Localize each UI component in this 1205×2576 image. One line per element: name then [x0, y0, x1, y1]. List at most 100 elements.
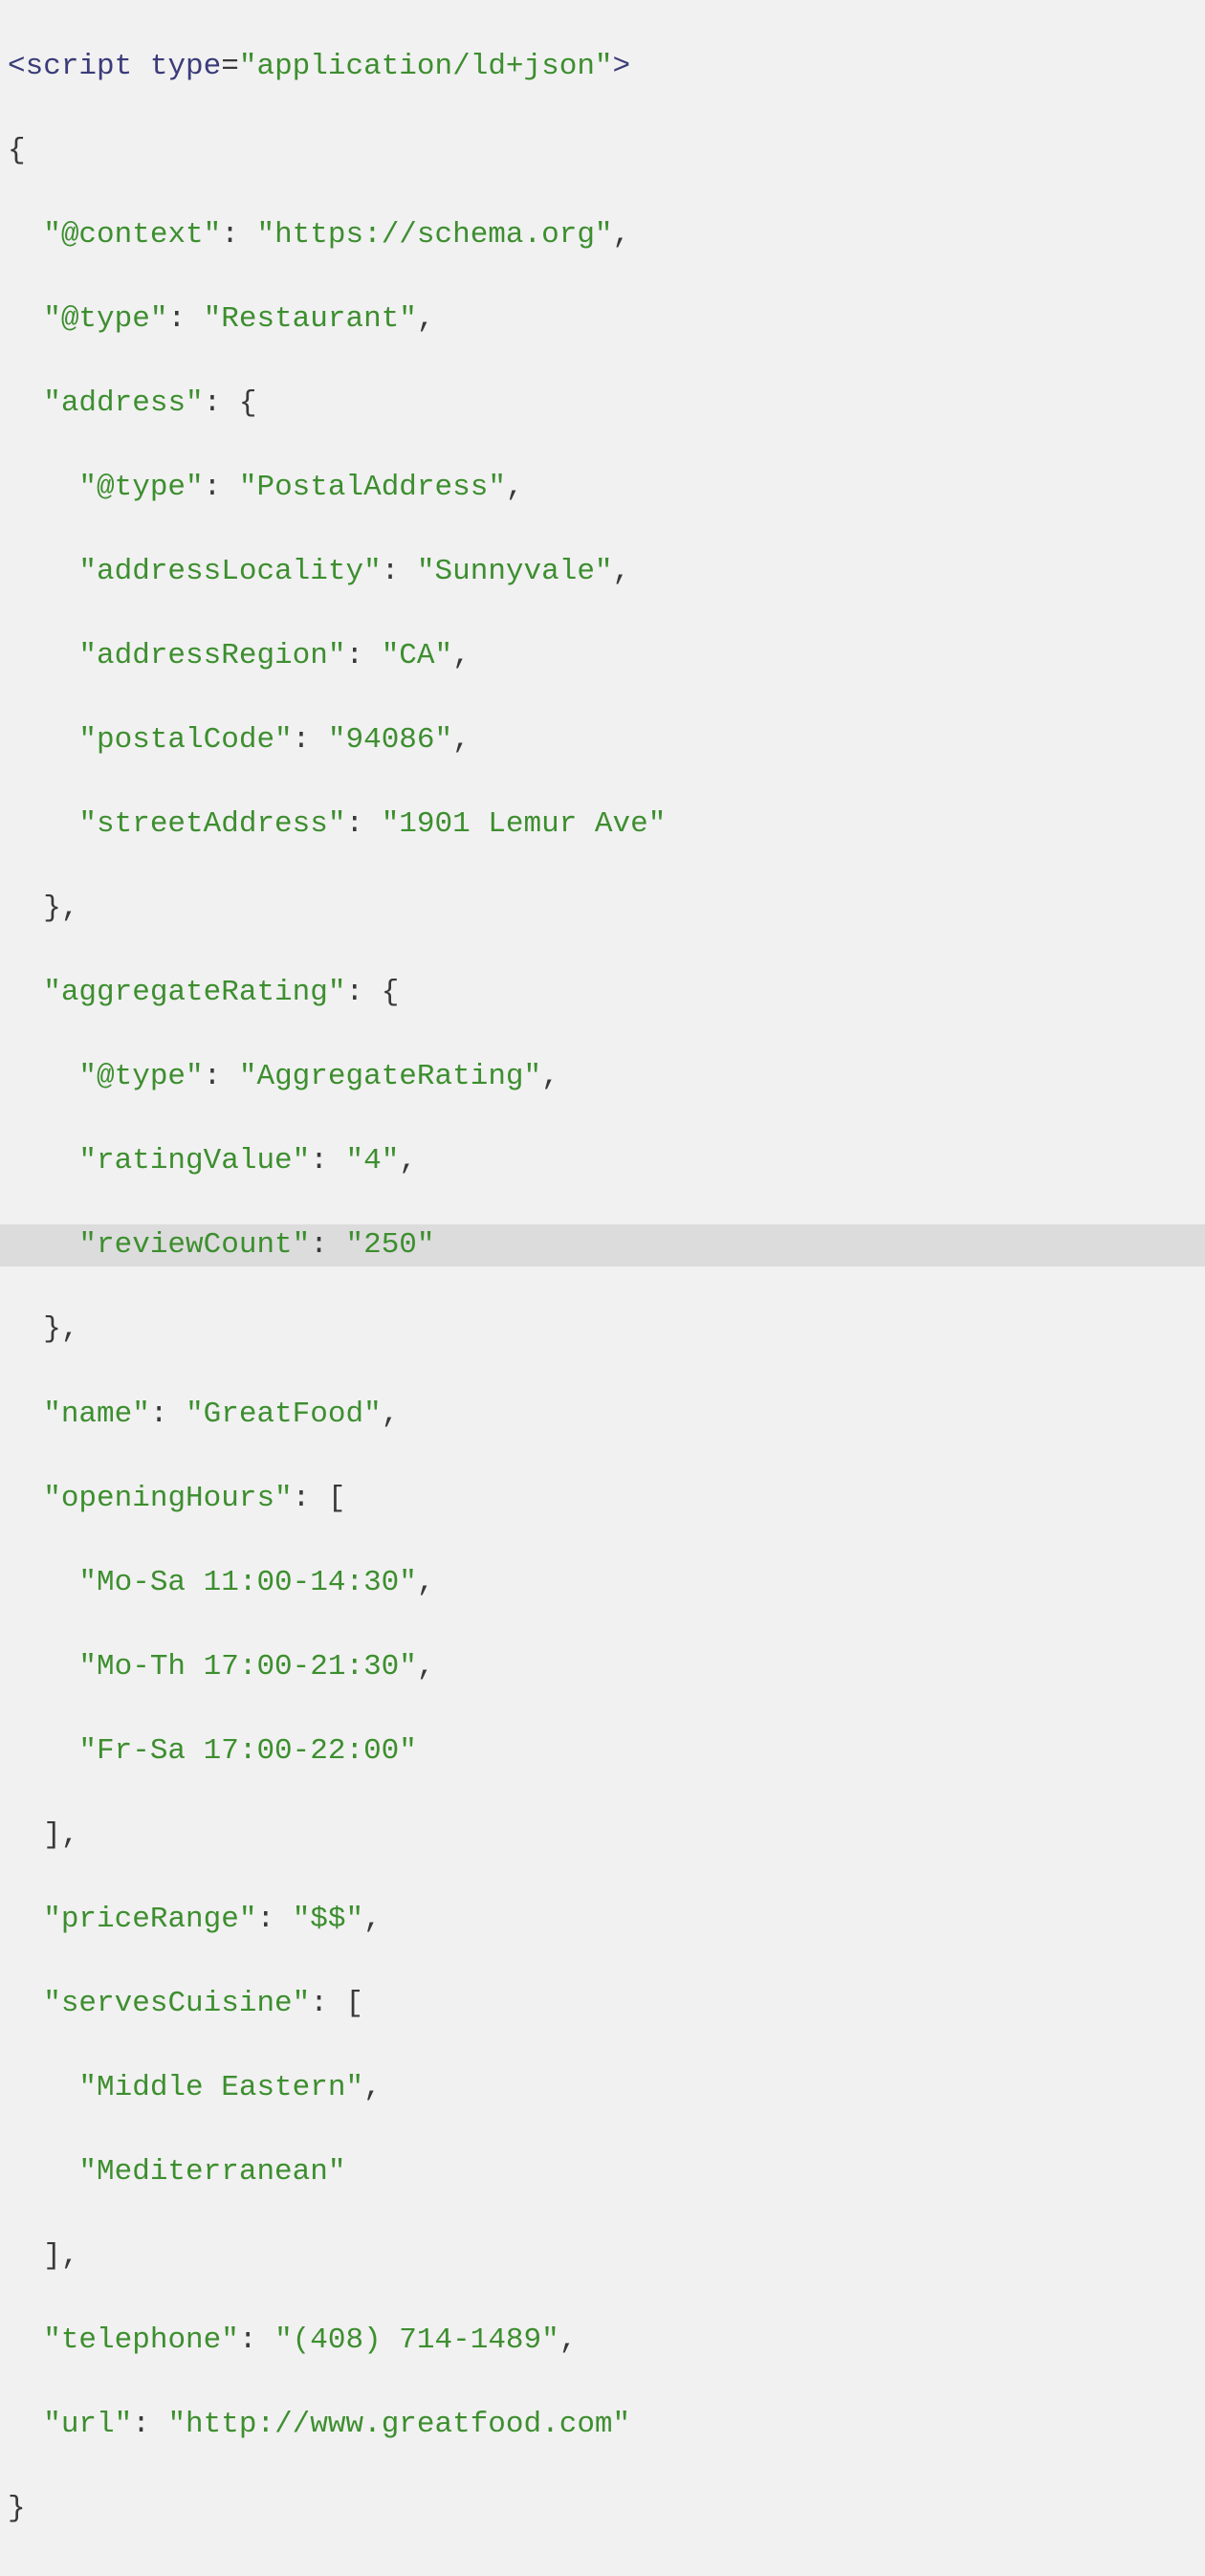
bracket: [ [345, 1987, 363, 2020]
json-key: "@context" [43, 218, 221, 252]
comma: , [541, 1060, 559, 1093]
code-line: "@type": "Restaurant", [6, 298, 1199, 341]
colon: : [293, 723, 328, 757]
json-key: "addressRegion" [78, 639, 345, 672]
code-line: "Mo-Sa 11:00-14:30", [6, 1562, 1199, 1604]
code-line: "telephone": "(408) 714-1489", [6, 2320, 1199, 2362]
colon: : [204, 386, 239, 420]
json-string: "4" [345, 1144, 399, 1178]
json-key: "@type" [43, 302, 167, 336]
json-key: "telephone" [43, 2323, 239, 2357]
comma: , [452, 639, 471, 672]
code-line: "address": { [6, 383, 1199, 425]
comma: , [613, 555, 631, 588]
comma: , [417, 1566, 435, 1599]
colon: : [167, 302, 203, 336]
json-string: "94086" [328, 723, 452, 757]
code-line: ], [6, 2235, 1199, 2278]
code-line: "url": "http://www.greatfood.com" [6, 2404, 1199, 2446]
equals: = [221, 50, 239, 83]
comma: , [363, 1903, 382, 1936]
json-string: "Mediterranean" [78, 2155, 345, 2189]
colon: : [221, 218, 256, 252]
code-line: "servesCuisine": [ [6, 1983, 1199, 2025]
json-string: "Restaurant" [204, 302, 417, 336]
comma: , [363, 2071, 382, 2104]
json-string: "250" [345, 1228, 434, 1262]
colon: : [310, 1144, 345, 1178]
json-key: "@type" [78, 471, 203, 504]
code-line-highlight: "reviewCount": "250" [0, 1224, 1205, 1266]
json-string: "Mo-Th 17:00-21:30" [78, 1650, 416, 1684]
code-line: "streetAddress": "1901 Lemur Ave" [6, 804, 1199, 846]
json-key: "ratingValue" [78, 1144, 310, 1178]
colon: : [132, 2408, 167, 2441]
angle-close: > [613, 50, 631, 83]
json-string: "AggregateRating" [239, 1060, 541, 1093]
bracket: [ [328, 1482, 346, 1515]
colon: : [204, 471, 239, 504]
code-line: } [6, 2488, 1199, 2530]
brace: { [382, 976, 400, 1009]
comma: , [559, 2323, 578, 2357]
code-line: "aggregateRating": { [6, 972, 1199, 1014]
colon: : [382, 555, 417, 588]
json-key: "servesCuisine" [43, 1987, 310, 2020]
code-line: "@type": "AggregateRating", [6, 1056, 1199, 1098]
comma: , [417, 1650, 435, 1684]
json-key: "reviewCount" [78, 1228, 310, 1262]
comma: , [417, 302, 435, 336]
code-line: "Mediterranean" [6, 2151, 1199, 2193]
code-line: "addressLocality": "Sunnyvale", [6, 551, 1199, 593]
json-key: "name" [43, 1398, 150, 1431]
attr-value: "application/ld+json" [239, 50, 613, 83]
colon: : [345, 807, 381, 841]
colon: : [310, 1228, 345, 1262]
json-key: "priceRange" [43, 1903, 256, 1936]
json-string: "https://schema.org" [256, 218, 612, 252]
code-line: "ratingValue": "4", [6, 1140, 1199, 1182]
json-key: "addressLocality" [78, 555, 381, 588]
json-key: "@type" [78, 1060, 203, 1093]
json-string: "(408) 714-1489" [274, 2323, 559, 2357]
code-line: "addressRegion": "CA", [6, 635, 1199, 677]
json-key: "aggregateRating" [43, 976, 345, 1009]
comma: , [399, 1144, 417, 1178]
code-line: "Fr-Sa 17:00-22:00" [6, 1730, 1199, 1772]
json-string: "CA" [382, 639, 452, 672]
json-key: "openingHours" [43, 1482, 292, 1515]
code-block: <script type="application/ld+json"> { "@… [0, 0, 1205, 2576]
json-string: "Mo-Sa 11:00-14:30" [78, 1566, 416, 1599]
colon: : [150, 1398, 186, 1431]
json-key: "address" [43, 386, 203, 420]
json-key: "streetAddress" [78, 807, 345, 841]
code-line: }, [6, 1309, 1199, 1351]
code-line: ], [6, 1815, 1199, 1857]
brace: } [8, 2492, 26, 2525]
angle-open: < [8, 50, 26, 83]
json-key: "url" [43, 2408, 132, 2441]
colon: : [256, 1903, 292, 1936]
brace-close: }, [43, 892, 78, 925]
bracket-close: ], [43, 2239, 78, 2273]
code-line: "name": "GreatFood", [6, 1394, 1199, 1436]
code-line: "openingHours": [ [6, 1478, 1199, 1520]
code-line: "Middle Eastern", [6, 2067, 1199, 2109]
code-line: "@type": "PostalAddress", [6, 467, 1199, 509]
code-line: "@context": "https://schema.org", [6, 214, 1199, 256]
code-line: { [6, 130, 1199, 172]
comma: , [613, 218, 631, 252]
code-line: "Mo-Th 17:00-21:30", [6, 1646, 1199, 1688]
colon: : [345, 976, 381, 1009]
colon: : [310, 1987, 345, 2020]
tag-name: script [26, 50, 133, 83]
colon: : [293, 1482, 328, 1515]
json-string: "1901 Lemur Ave" [382, 807, 667, 841]
json-string: "http://www.greatfood.com" [167, 2408, 630, 2441]
code-line: "postalCode": "94086", [6, 719, 1199, 761]
json-string: "Sunnyvale" [417, 555, 613, 588]
brace: { [8, 134, 26, 167]
colon: : [204, 1060, 239, 1093]
colon: : [239, 2323, 274, 2357]
json-string: "PostalAddress" [239, 471, 506, 504]
